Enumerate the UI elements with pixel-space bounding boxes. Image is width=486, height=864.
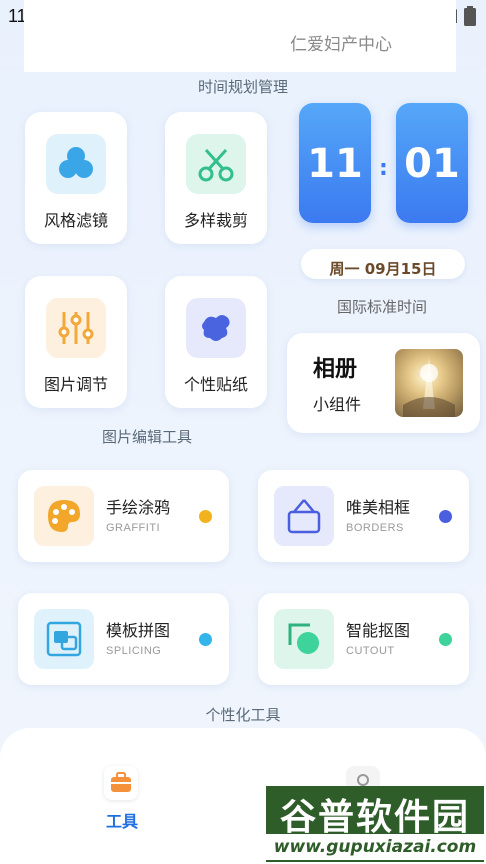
tile-label: 图片调节 (43, 375, 108, 394)
banner-text: 仁爱妇产中心 (290, 35, 392, 55)
nav-tools-label[interactable]: 工具 (98, 808, 146, 832)
photo-thumbnail (395, 349, 463, 417)
clock-hours-value: 11 (307, 141, 363, 187)
tile-adjust[interactable]: 图片调节 (25, 276, 127, 408)
album-subtitle: 小组件 (313, 395, 362, 414)
card-subtitle: SPLICING (106, 645, 162, 657)
sliders-icon (46, 298, 106, 358)
standard-time-caption: 国际标准时间 (336, 298, 427, 316)
section-title-time-planning: 时间规划管理 (197, 78, 288, 96)
toolbox-icon[interactable] (104, 766, 138, 800)
tile-label: 多样裁剪 (183, 211, 248, 230)
tile-crop[interactable]: 多样裁剪 (165, 112, 267, 244)
status-dot (439, 633, 452, 646)
sticker-icon (186, 298, 246, 358)
tile-style-filter[interactable]: 风格滤镜 (25, 112, 127, 244)
section-title-personal-tools: 个性化工具 (205, 706, 281, 724)
status-dot (439, 510, 452, 523)
tool-card-cutout[interactable]: 智能抠图 CUTOUT (258, 593, 469, 685)
tile-label: 个性贴纸 (183, 375, 248, 394)
palette-icon (34, 486, 94, 546)
card-title: 手绘涂鸦 (106, 498, 171, 517)
tile-label: 风格滤镜 (43, 211, 108, 230)
card-subtitle: BORDERS (346, 522, 404, 534)
card-subtitle: CUTOUT (346, 645, 395, 657)
album-widget[interactable]: 相册 小组件 (287, 333, 480, 433)
date-pill: 周一 09月15日 (301, 249, 465, 279)
tool-card-splicing[interactable]: 模板拼图 SPLICING (18, 593, 229, 685)
watermark-main: 谷普软件园 (279, 797, 470, 838)
clock-minutes-value: 01 (404, 141, 460, 187)
tool-card-borders[interactable]: 唯美相框 BORDERS (258, 470, 469, 562)
circles-icon (46, 134, 106, 194)
status-dot (199, 510, 212, 523)
frame-icon (274, 486, 334, 546)
date-text: 周一 09月15日 (329, 260, 437, 278)
tool-card-graffiti[interactable]: 手绘涂鸦 GRAFFITI (18, 470, 229, 562)
section-title-photo-edit-tools: 图片编辑工具 (101, 428, 192, 446)
album-title: 相册 (313, 357, 358, 382)
battery-icon (464, 6, 476, 26)
status-dot (199, 633, 212, 646)
scissors-icon (186, 134, 246, 194)
card-title: 模板拼图 (106, 621, 171, 640)
clock-minutes: 01 (396, 103, 468, 223)
tile-sticker[interactable]: 个性贴纸 (165, 276, 267, 408)
cutout-icon (274, 609, 334, 669)
card-subtitle: GRAFFITI (106, 522, 161, 534)
watermark-logo: 谷普软件园 www.gupuxiazai.com (266, 786, 484, 862)
top-banner[interactable]: 仁爱妇产中心 (24, 0, 456, 72)
clock-colon: : (379, 156, 388, 181)
card-title: 智能抠图 (346, 621, 411, 640)
card-title: 唯美相框 (346, 498, 411, 517)
watermark-url: www.gupuxiazai.com (266, 834, 484, 860)
collage-icon (34, 609, 94, 669)
clock-hours: 11 (299, 103, 371, 223)
